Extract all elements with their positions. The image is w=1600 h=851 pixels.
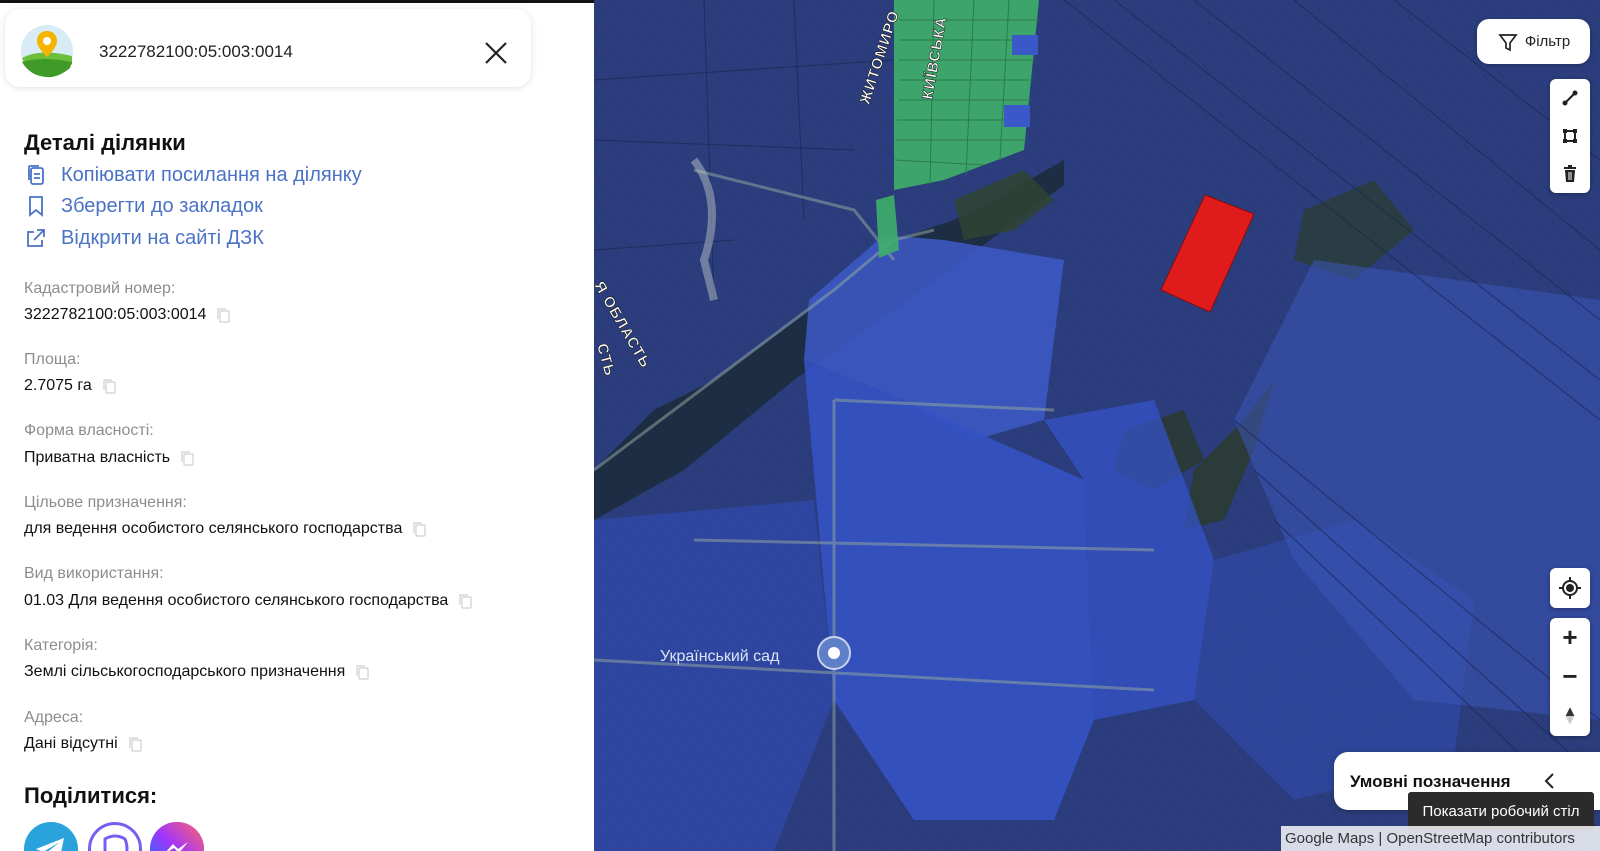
tooltip: Показати робочий стіл [1408,792,1594,830]
polygon-tool-icon [1563,129,1577,143]
cadastral-value: 3222782100:05:003:0014 [24,306,231,324]
ownership-label: Форма власності: [24,422,154,439]
attribution-separator: | [1374,830,1387,847]
viber-icon [103,834,129,851]
category-label: Категорія: [24,637,98,654]
draw-line-button[interactable] [1550,79,1590,117]
filter-button[interactable]: Фільтр [1477,19,1590,64]
filter-icon [1498,33,1518,51]
bookmark-action[interactable]: Зберегти до закладок [24,192,263,220]
legend-label: Умовні позначення [1350,772,1511,791]
delete-drawing-button[interactable] [1550,155,1590,193]
draw-polygon-button[interactable] [1550,117,1590,155]
search-input[interactable]: 3222782100:05:003:0014 [99,42,293,62]
copy-cadastral-icon[interactable] [216,307,231,323]
zoom-out-button[interactable]: − [1550,657,1590,696]
details-panel: 3222782100:05:003:0014 Деталі ділянки Ко… [0,0,594,851]
osm-link[interactable]: OpenStreetMap contributors [1386,830,1574,847]
purpose-text: для ведення особистого селянського госпо… [24,520,403,537]
app-root: 3222782100:05:003:0014 Деталі ділянки Ко… [0,0,1600,851]
open-dzk-action[interactable]: Відкрити на сайті ДЗК [24,224,264,252]
app-logo [21,25,73,78]
copy-purpose-icon[interactable] [412,521,427,537]
google-maps-link[interactable]: Google Maps [1285,830,1374,847]
copy-category-icon[interactable] [355,664,370,680]
open-dzk-label: Відкрити на сайті ДЗК [61,226,264,249]
purpose-label: Цільове призначення: [24,494,187,511]
usage-text: 01.03 Для ведення особистого селянського… [24,592,449,609]
poi-marker-icon[interactable] [817,636,851,670]
compass-button[interactable] [1550,696,1590,735]
draw-toolbar [1550,79,1590,193]
copy-address-icon[interactable] [128,736,143,752]
bookmark-label: Зберегти до закладок [61,194,263,217]
area-label: Площа: [24,351,81,368]
messenger-icon [150,822,204,851]
trash-icon [1564,165,1576,182]
details-title: Деталі ділянки [24,130,186,155]
zoom-controls: + − [1550,618,1590,736]
locate-icon [1559,577,1581,599]
bookmark-icon [29,196,43,217]
telegram-share-button[interactable] [24,822,78,851]
address-label: Адреса: [24,709,84,726]
purpose-value: для ведення особистого селянського госпо… [24,520,427,538]
ownership-value: Приватна власність [24,449,195,467]
poi-label: Український сад [660,648,780,665]
usage-label: Вид використання: [24,565,164,582]
close-icon[interactable] [479,36,513,70]
messenger-share-button[interactable] [150,822,204,851]
copy-link-action[interactable]: Копіювати посилання на ділянку [24,161,362,189]
copy-usage-icon[interactable] [458,593,473,609]
category-text: Землі сільськогосподарського призначення [24,663,346,680]
address-value: Дані відсутні [24,735,143,753]
share-title: Поділитися: [24,783,158,808]
locate-button[interactable] [1550,568,1590,608]
address-text: Дані відсутні [24,735,118,752]
line-tool-icon [1562,90,1578,106]
copy-icon [28,165,44,185]
area-text: 2.7075 га [24,377,92,394]
cadastral-text: 3222782100:05:003:0014 [24,306,207,323]
zoom-in-button[interactable]: + [1550,618,1590,657]
map-canvas[interactable]: ЖИТОМИРО КИЇВСЬКА Я ОБЛАСТЬ СТЬ Українсь… [594,0,1600,851]
chevron-left-icon [1544,773,1554,789]
area-value: 2.7075 га [24,377,117,395]
copy-link-label: Копіювати посилання на ділянку [61,163,362,186]
search-box[interactable]: 3222782100:05:003:0014 [5,9,531,87]
telegram-icon [36,838,64,851]
category-value: Землі сільськогосподарського призначення [24,663,370,681]
map-view[interactable]: ЖИТОМИРО КИЇВСЬКА Я ОБЛАСТЬ СТЬ Українсь… [594,0,1600,851]
compass-icon [1565,706,1575,725]
usage-value: 01.03 Для ведення особистого селянського… [24,592,473,610]
viber-share-button[interactable] [88,822,142,851]
map-attribution: Google Maps | OpenStreetMap contributors [1281,826,1600,851]
filter-label: Фільтр [1524,33,1571,50]
copy-ownership-icon[interactable] [180,450,195,466]
external-link-icon [27,229,45,247]
cadastral-label: Кадастровий номер: [24,280,176,297]
copy-area-icon[interactable] [102,378,117,394]
ownership-text: Приватна власність [24,449,171,466]
